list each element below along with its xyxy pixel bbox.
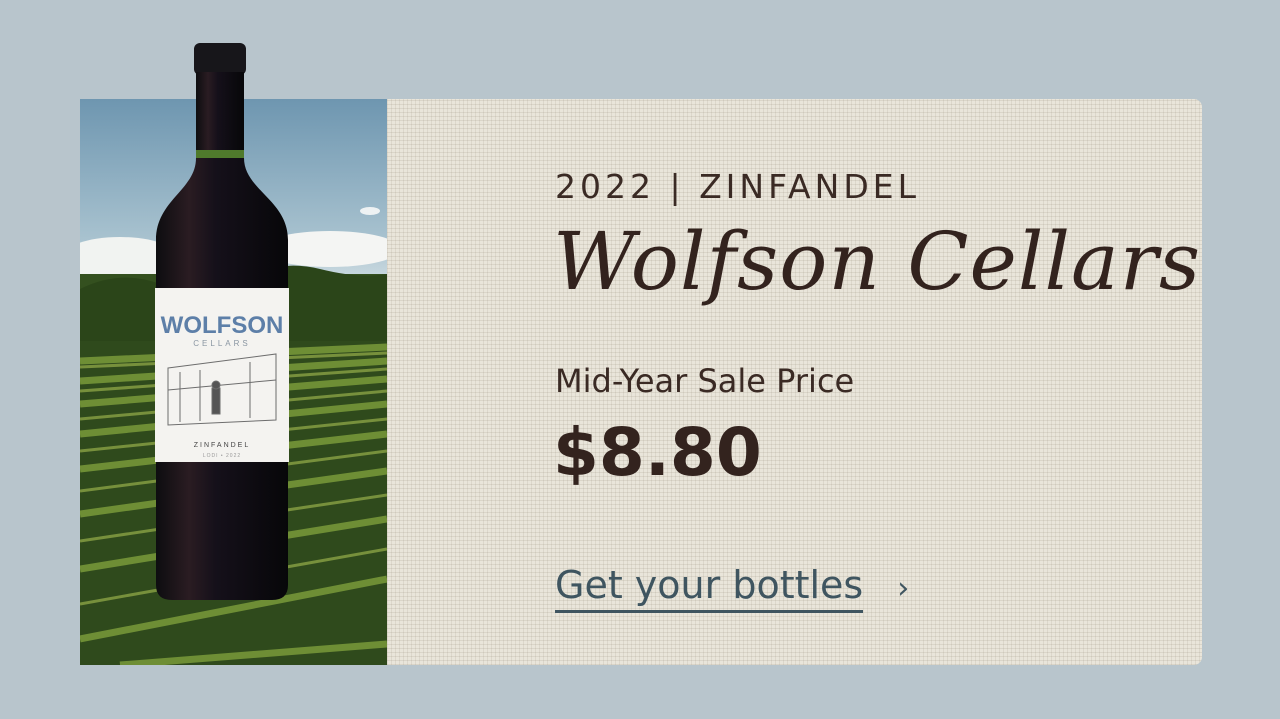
label-detail-text: LODI • 2022 xyxy=(203,453,241,459)
wine-bottle-image: WOLFSON CELLARS ZINFANDEL LODI • 2022 xyxy=(155,43,289,600)
bottle-capsule xyxy=(194,43,246,75)
label-brand-text: WOLFSON xyxy=(161,312,284,339)
label-varietal-text: ZINFANDEL xyxy=(194,442,251,449)
bottle-neck xyxy=(196,72,244,154)
label-sub-text: CELLARS xyxy=(193,339,250,348)
bottle-neck-band xyxy=(196,150,244,158)
